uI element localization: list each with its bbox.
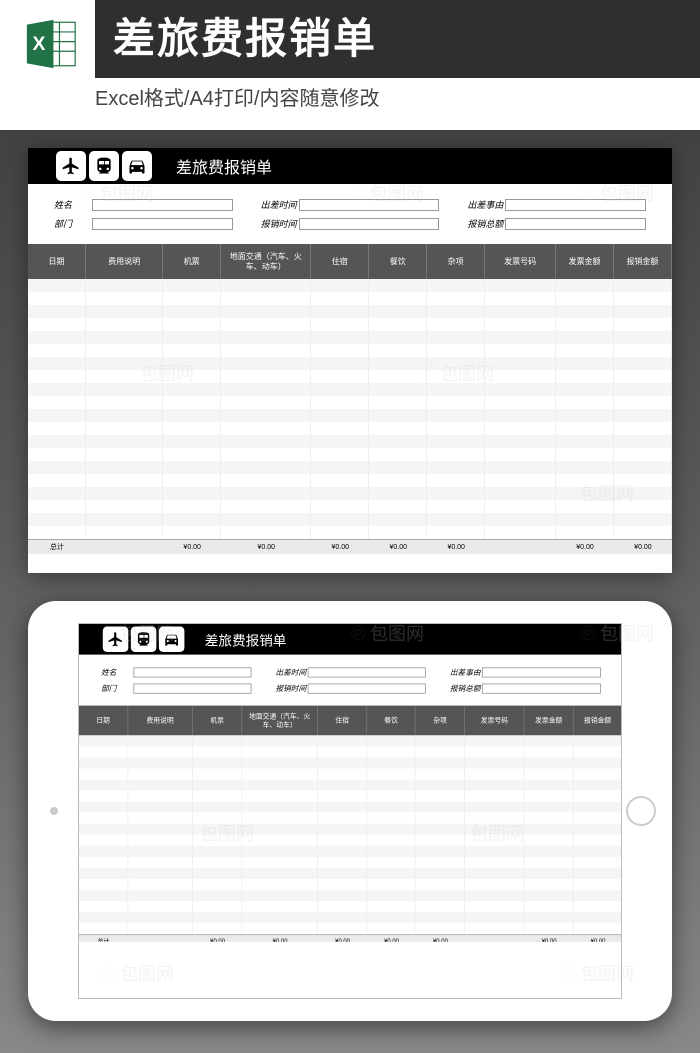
- table-row: [79, 802, 622, 813]
- table-row: [28, 474, 672, 487]
- table-row: [79, 857, 622, 868]
- table-row: [79, 769, 622, 780]
- col-invoice-amt: 发票金额: [556, 244, 614, 279]
- table-row: [79, 824, 622, 835]
- car-icon: [159, 627, 185, 653]
- input-total-amount[interactable]: [505, 218, 646, 230]
- input-name[interactable]: [92, 199, 233, 211]
- transport-icons: [56, 151, 152, 181]
- banner-subtitle: Excel格式/A4打印/内容随意修改: [95, 82, 379, 111]
- car-icon: [122, 151, 152, 181]
- col-misc: 杂项: [427, 244, 485, 279]
- banner: X 差旅费报销单 Excel格式/A4打印/内容随意修改: [0, 0, 700, 130]
- field-name: 姓名: [54, 198, 233, 211]
- excel-icon: X: [22, 15, 80, 73]
- table-row: [28, 331, 672, 344]
- input-travel-reason[interactable]: [505, 199, 646, 211]
- form-topbar: 差旅费报销单: [28, 148, 672, 184]
- tablet-frame: 差旅费报销单 姓名 出差时间 出差事由 部门 报销时间 报销总额 日期 费用说明…: [28, 601, 672, 1021]
- col-ground: 地面交通（汽车、火车、动车）: [221, 244, 311, 279]
- table-row: [79, 923, 622, 934]
- table-row: [79, 758, 622, 769]
- field-travel-reason: 出差事由: [467, 198, 646, 211]
- sheet-preview-small: 差旅费报销单 姓名 出差时间 出差事由 部门 报销时间 报销总额 日期 费用说明…: [79, 624, 622, 942]
- table-row: [79, 835, 622, 846]
- banner-title: 差旅费报销单: [95, 0, 700, 78]
- table-row: [79, 780, 622, 791]
- field-total-amount: 报销总额: [467, 217, 646, 230]
- table-row: [28, 513, 672, 526]
- table-row: [28, 422, 672, 435]
- col-flight: 机票: [163, 244, 221, 279]
- table-row: [79, 846, 622, 857]
- col-lodging: 住宿: [311, 244, 369, 279]
- train-icon: [131, 627, 157, 653]
- info-area: 姓名 出差时间 出差事由 部门 报销时间 报销总额: [28, 184, 672, 238]
- field-dept: 部门: [54, 217, 233, 230]
- table-row: [28, 409, 672, 422]
- table-row: [28, 448, 672, 461]
- table-row: [28, 357, 672, 370]
- total-row: 总计 ¥0.00 ¥0.00 ¥0.00 ¥0.00 ¥0.00 ¥0.00 ¥…: [28, 539, 672, 554]
- table-row: [79, 736, 622, 747]
- table-row: [28, 383, 672, 396]
- col-invoice-no: 发票号码: [485, 244, 556, 279]
- table-row: [28, 461, 672, 474]
- table-row: [79, 868, 622, 879]
- field-travel-time: 出差时间: [261, 198, 440, 211]
- table-row: [28, 279, 672, 292]
- col-reimburse-amt: 报销金额: [614, 244, 672, 279]
- airplane-icon: [103, 627, 129, 653]
- airplane-icon: [56, 151, 86, 181]
- table-row: [79, 791, 622, 802]
- table-row: [28, 292, 672, 305]
- table-row: [28, 500, 672, 513]
- col-meals: 餐饮: [369, 244, 427, 279]
- table-row: [79, 813, 622, 824]
- table-row: [28, 526, 672, 539]
- grid-rows: [28, 279, 672, 539]
- input-dept[interactable]: [92, 218, 233, 230]
- svg-text:X: X: [32, 34, 45, 55]
- table-row: [28, 370, 672, 383]
- tablet-screen: 差旅费报销单 姓名 出差时间 出差事由 部门 报销时间 报销总额 日期 费用说明…: [78, 623, 622, 999]
- table-row: [28, 305, 672, 318]
- table-row: [79, 747, 622, 758]
- form-title: 差旅费报销单: [176, 154, 272, 178]
- train-icon: [89, 151, 119, 181]
- table-row: [28, 344, 672, 357]
- table-row: [79, 901, 622, 912]
- table-row: [28, 396, 672, 409]
- input-submit-time[interactable]: [299, 218, 440, 230]
- col-date: 日期: [28, 244, 86, 279]
- col-desc: 费用说明: [86, 244, 163, 279]
- input-travel-time[interactable]: [299, 199, 440, 211]
- table-row: [79, 890, 622, 901]
- column-headers: 日期 费用说明 机票 地面交通（汽车、火车、动车） 住宿 餐饮 杂项 发票号码 …: [28, 244, 672, 279]
- sheet-preview-large: 差旅费报销单 姓名 出差时间 出差事由 部门 报销时间 报销总额 日期 费用说明…: [28, 148, 672, 573]
- table-row: [28, 435, 672, 448]
- table-row: [79, 912, 622, 923]
- table-row: [28, 487, 672, 500]
- table-row: [28, 318, 672, 331]
- table-row: [79, 879, 622, 890]
- field-submit-time: 报销时间: [261, 217, 440, 230]
